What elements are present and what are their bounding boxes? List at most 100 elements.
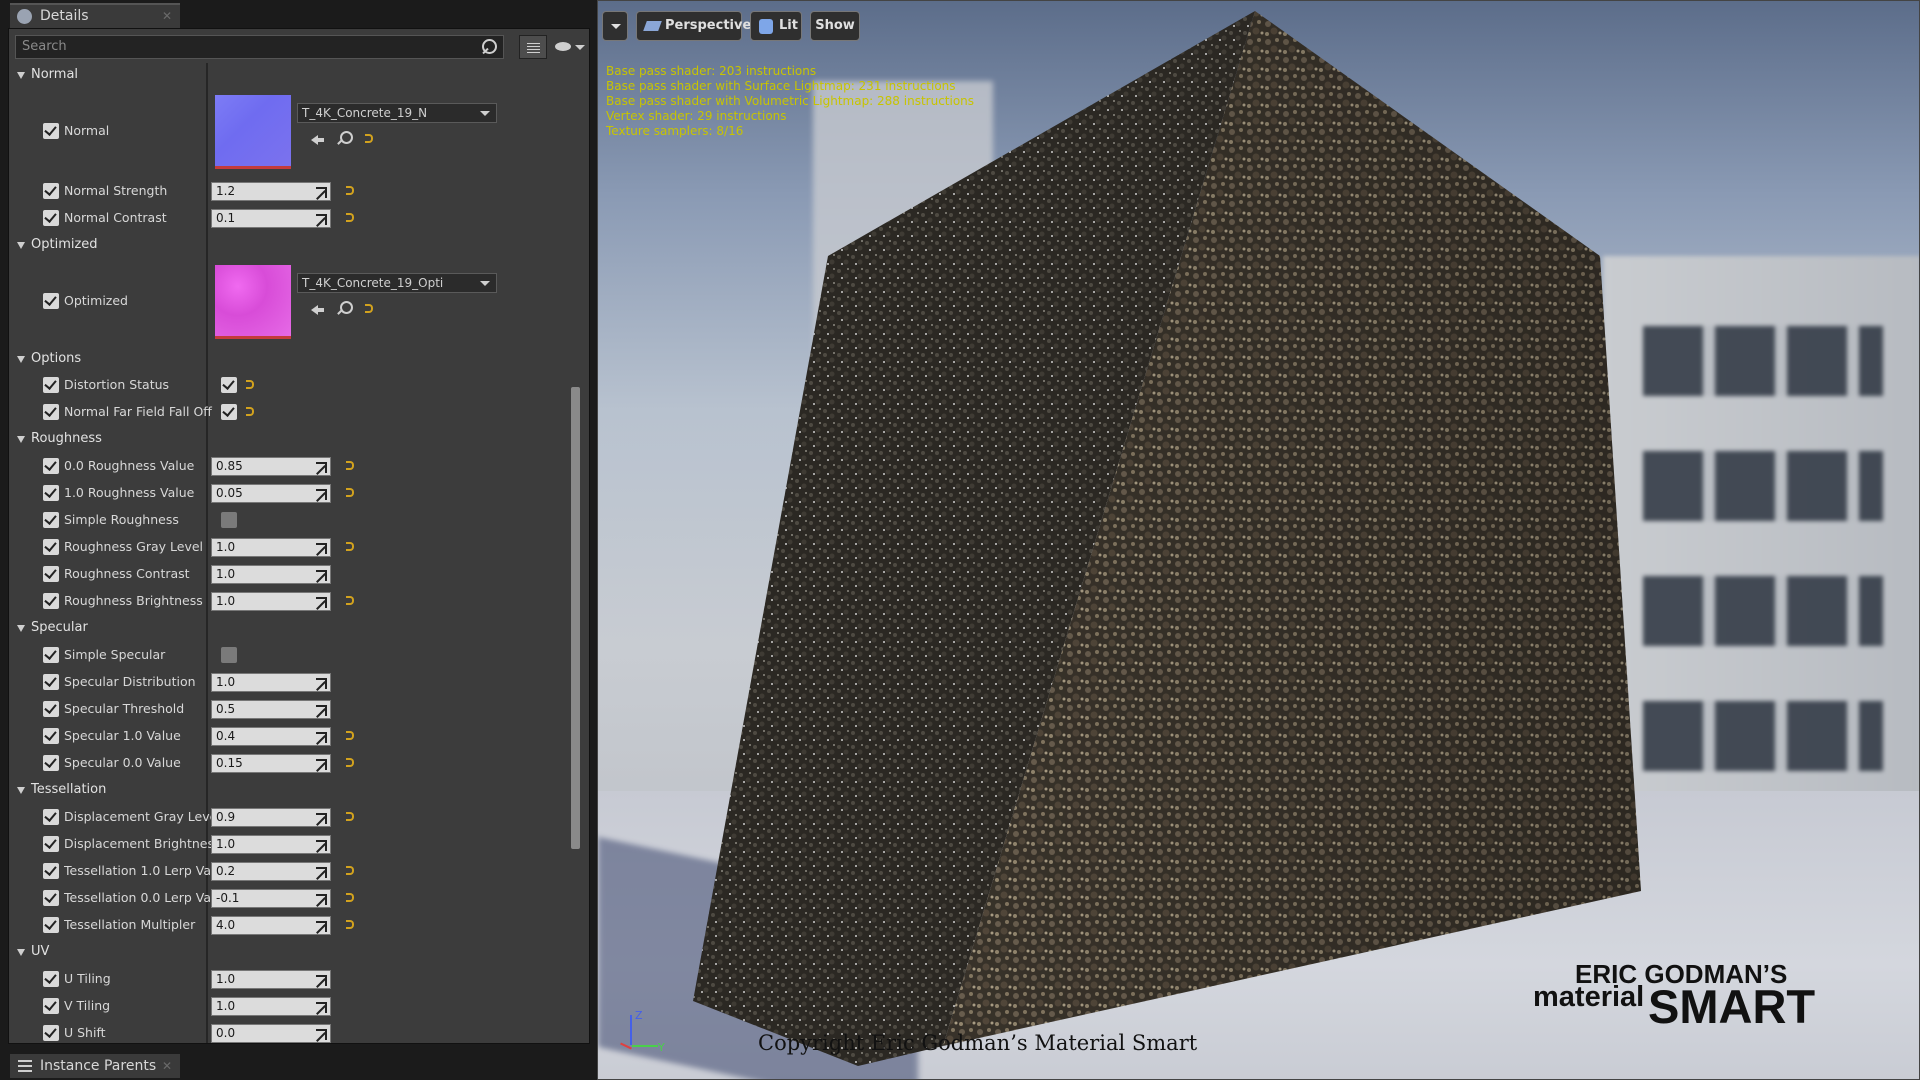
override-checkbox[interactable] bbox=[43, 183, 59, 199]
spin-arrow-icon[interactable] bbox=[314, 810, 328, 825]
spin-arrow-icon[interactable] bbox=[314, 486, 328, 501]
reset-to-default-icon[interactable] bbox=[346, 488, 354, 497]
viewport-options-button[interactable] bbox=[602, 11, 628, 41]
override-checkbox[interactable] bbox=[43, 210, 59, 226]
override-checkbox[interactable] bbox=[43, 809, 59, 825]
number-field[interactable]: 0.0 bbox=[211, 1024, 331, 1043]
spin-arrow-icon[interactable] bbox=[314, 891, 328, 906]
number-field[interactable]: 1.0 bbox=[211, 592, 331, 611]
scrollbar-thumb[interactable] bbox=[571, 387, 580, 849]
reset-to-default-icon[interactable] bbox=[346, 542, 354, 551]
override-checkbox[interactable] bbox=[43, 485, 59, 501]
scrollbar[interactable] bbox=[569, 69, 581, 1039]
expand-arrow-icon[interactable] bbox=[17, 436, 25, 443]
spin-arrow-icon[interactable] bbox=[314, 594, 328, 609]
category-specular[interactable]: Specular bbox=[9, 616, 569, 640]
override-checkbox[interactable] bbox=[43, 755, 59, 771]
expand-arrow-icon[interactable] bbox=[17, 72, 25, 79]
search-icon[interactable] bbox=[481, 38, 497, 56]
override-checkbox[interactable] bbox=[43, 512, 59, 528]
use-selected-arrow-icon[interactable] bbox=[311, 301, 325, 315]
spin-arrow-icon[interactable] bbox=[314, 756, 328, 771]
search-input[interactable]: Search bbox=[15, 35, 504, 59]
number-field[interactable]: 1.0 bbox=[211, 835, 331, 854]
view-options-eye-icon[interactable] bbox=[555, 37, 587, 57]
number-field[interactable]: 0.5 bbox=[211, 700, 331, 719]
override-checkbox[interactable] bbox=[43, 123, 59, 139]
override-checkbox[interactable] bbox=[43, 377, 59, 393]
value-checkbox[interactable] bbox=[221, 404, 237, 420]
texture-thumbnail[interactable] bbox=[215, 95, 291, 169]
asset-picker[interactable]: T_4K_Concrete_19_N bbox=[297, 103, 497, 123]
number-field[interactable]: 4.0 bbox=[211, 916, 331, 935]
spin-arrow-icon[interactable] bbox=[314, 864, 328, 879]
property-matrix-button[interactable] bbox=[519, 35, 547, 59]
browse-search-icon[interactable] bbox=[337, 131, 353, 145]
number-field[interactable]: 1.2 bbox=[211, 182, 331, 201]
lit-button[interactable]: Lit bbox=[750, 11, 802, 41]
spin-arrow-icon[interactable] bbox=[314, 1026, 328, 1041]
number-field[interactable]: 1.0 bbox=[211, 997, 331, 1016]
reset-to-default-icon[interactable] bbox=[365, 134, 373, 143]
spin-arrow-icon[interactable] bbox=[314, 702, 328, 717]
browse-search-icon[interactable] bbox=[337, 301, 353, 315]
reset-to-default-icon[interactable] bbox=[346, 213, 354, 222]
concrete-block-mesh[interactable] bbox=[598, 1, 1920, 1080]
number-field[interactable]: 0.85 bbox=[211, 457, 331, 476]
number-field[interactable]: 0.05 bbox=[211, 484, 331, 503]
override-checkbox[interactable] bbox=[43, 701, 59, 717]
tab-details[interactable]: Details ✕ bbox=[10, 3, 180, 28]
number-field[interactable]: 0.9 bbox=[211, 808, 331, 827]
value-checkbox[interactable] bbox=[221, 377, 237, 393]
reset-to-default-icon[interactable] bbox=[246, 407, 254, 416]
override-checkbox[interactable] bbox=[43, 1025, 59, 1041]
number-field[interactable]: 1.0 bbox=[211, 673, 331, 692]
spin-arrow-icon[interactable] bbox=[314, 211, 328, 226]
spin-arrow-icon[interactable] bbox=[314, 675, 328, 690]
perspective-button[interactable]: Perspective bbox=[636, 11, 751, 41]
reset-to-default-icon[interactable] bbox=[346, 186, 354, 195]
show-button[interactable]: Show bbox=[810, 11, 860, 41]
texture-thumbnail[interactable] bbox=[215, 265, 291, 339]
viewport[interactable]: Perspective Lit Show Base pass shader: 2… bbox=[597, 0, 1920, 1080]
spin-arrow-icon[interactable] bbox=[314, 459, 328, 474]
reset-to-default-icon[interactable] bbox=[346, 596, 354, 605]
number-field[interactable]: 1.0 bbox=[211, 538, 331, 557]
override-checkbox[interactable] bbox=[43, 404, 59, 420]
reset-to-default-icon[interactable] bbox=[346, 866, 354, 875]
override-checkbox[interactable] bbox=[43, 674, 59, 690]
spin-arrow-icon[interactable] bbox=[314, 837, 328, 852]
reset-to-default-icon[interactable] bbox=[346, 920, 354, 929]
category-uv[interactable]: UV bbox=[9, 940, 569, 964]
category-roughness[interactable]: Roughness bbox=[9, 427, 569, 451]
reset-to-default-icon[interactable] bbox=[246, 380, 254, 389]
number-field[interactable]: 1.0 bbox=[211, 970, 331, 989]
reset-to-default-icon[interactable] bbox=[346, 461, 354, 470]
number-field[interactable]: 0.2 bbox=[211, 862, 331, 881]
reset-to-default-icon[interactable] bbox=[365, 304, 373, 313]
reset-to-default-icon[interactable] bbox=[346, 893, 354, 902]
asset-picker[interactable]: T_4K_Concrete_19_Opti bbox=[297, 273, 497, 293]
spin-arrow-icon[interactable] bbox=[314, 540, 328, 555]
category-options[interactable]: Options bbox=[9, 347, 569, 371]
expand-arrow-icon[interactable] bbox=[17, 787, 25, 794]
override-checkbox[interactable] bbox=[43, 728, 59, 744]
category-normal[interactable]: Normal bbox=[9, 63, 569, 87]
override-checkbox[interactable] bbox=[43, 293, 59, 309]
spin-arrow-icon[interactable] bbox=[314, 184, 328, 199]
reset-to-default-icon[interactable] bbox=[346, 812, 354, 821]
number-field[interactable]: 0.1 bbox=[211, 209, 331, 228]
value-checkbox[interactable] bbox=[221, 512, 237, 528]
reset-to-default-icon[interactable] bbox=[346, 758, 354, 767]
number-field[interactable]: 0.15 bbox=[211, 754, 331, 773]
override-checkbox[interactable] bbox=[43, 539, 59, 555]
override-checkbox[interactable] bbox=[43, 971, 59, 987]
close-icon[interactable]: ✕ bbox=[162, 5, 172, 27]
category-optimized[interactable]: Optimized bbox=[9, 233, 569, 257]
spin-arrow-icon[interactable] bbox=[314, 918, 328, 933]
category-tessellation[interactable]: Tessellation bbox=[9, 778, 569, 802]
override-checkbox[interactable] bbox=[43, 836, 59, 852]
override-checkbox[interactable] bbox=[43, 998, 59, 1014]
override-checkbox[interactable] bbox=[43, 890, 59, 906]
override-checkbox[interactable] bbox=[43, 863, 59, 879]
